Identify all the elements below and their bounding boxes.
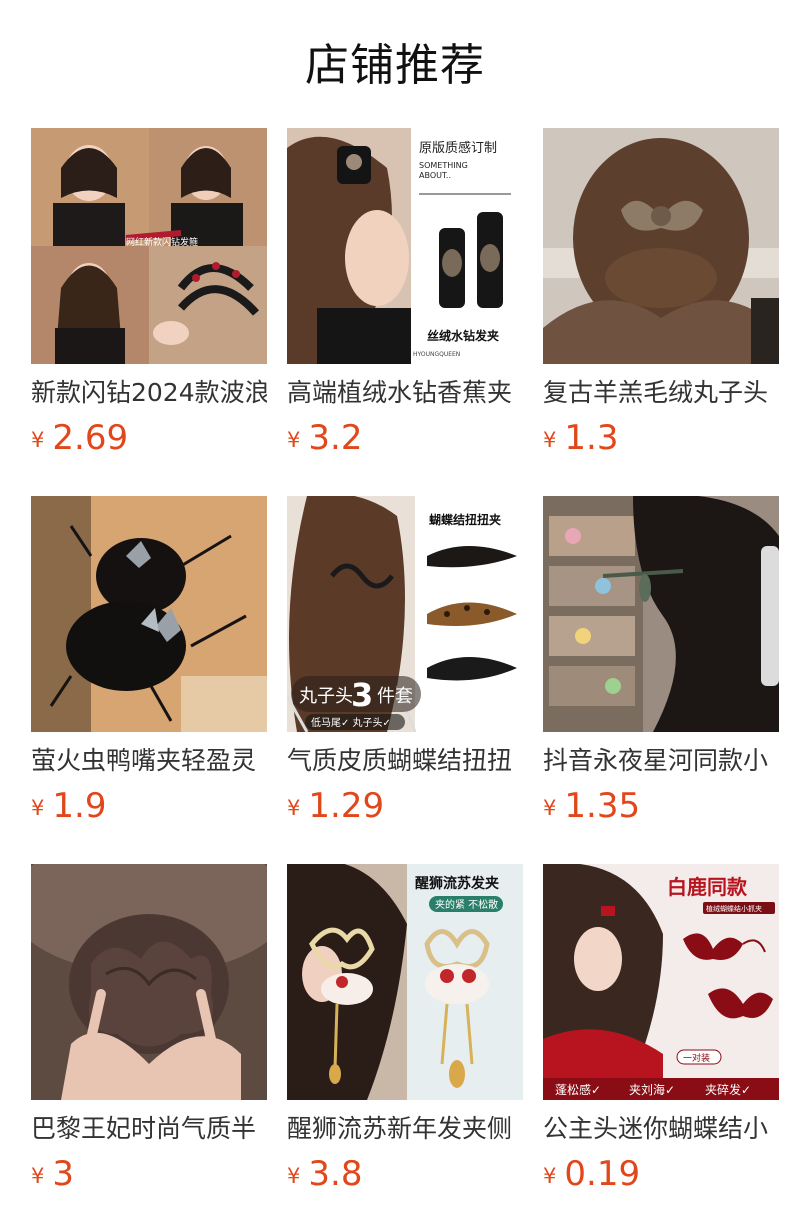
image-overlay-text: HYOUNGQUEEN [413,351,460,358]
product-price: 0.19 [564,1154,641,1194]
product-card[interactable]: 原版质感订制 SOMETHING ABOUT.. 丝绒水钻发夹 HYOUNGQU… [287,128,523,496]
product-image[interactable]: 网红新款闪钻发箍 [31,128,267,364]
image-overlay-text: 原版质感订制 [419,140,497,156]
product-name[interactable]: 抖音永夜星河同款小 [543,744,779,778]
currency-symbol: ¥ [31,796,45,820]
product-price: 1.35 [564,786,641,826]
product-price-row: ¥3 [31,1154,267,1194]
product-price: 3.2 [308,418,363,458]
currency-symbol: ¥ [543,1164,557,1188]
product-price: 1.29 [308,786,385,826]
product-image[interactable]: 醒狮流苏发夹 夹的紧 不松散 [287,864,523,1100]
image-overlay-text: 醒狮流苏发夹 [415,875,499,892]
currency-symbol: ¥ [543,428,557,452]
product-card[interactable]: 萤火虫鸭嘴夹轻盈灵 ¥1.9 [31,496,267,864]
image-overlay-text: 低马尾✓ 丸子头✓ [311,716,391,729]
product-card[interactable]: 蝴蝶结扭扭夹 丸子头 3 件套 低马尾✓ 丸子头✓ 气质皮质蝴蝶结扭扭 ¥1.2… [287,496,523,864]
product-image[interactable] [31,496,267,732]
product-image[interactable]: 原版质感订制 SOMETHING ABOUT.. 丝绒水钻发夹 HYOUNGQU… [287,128,523,364]
product-image[interactable]: 蝴蝶结扭扭夹 丸子头 3 件套 低马尾✓ 丸子头✓ [287,496,523,732]
product-price: 2.69 [52,418,129,458]
product-image[interactable]: 白鹿同款 植绒蝴蝶结小抓夹 一对装 蓬松感✓ 夹刘海✓ 夹碎发✓ [543,864,779,1100]
image-overlay-text: 白鹿同款 [667,875,748,899]
recommendation-page: 店铺推荐 网红新款闪钻发箍 新款闪钻2024款波浪 ¥ 2.69 原版质感订制 … [0,0,790,1232]
currency-symbol: ¥ [287,428,301,452]
product-image[interactable] [543,496,779,732]
product-image[interactable] [31,864,267,1100]
image-overlay-text: 3 [351,676,373,714]
product-price-row: ¥3.2 [287,418,523,458]
product-name[interactable]: 公主头迷你蝴蝶结小 [543,1112,779,1146]
product-card[interactable]: 抖音永夜星河同款小 ¥1.35 [543,496,779,864]
image-overlay-text: 蓬松感✓ [555,1082,601,1097]
currency-symbol: ¥ [31,428,45,452]
product-name[interactable]: 新款闪钻2024款波浪 [31,376,267,410]
product-price: 3.8 [308,1154,363,1194]
image-overlay-text: 网红新款闪钻发箍 [126,236,198,248]
currency-symbol: ¥ [287,796,301,820]
product-name[interactable]: 气质皮质蝴蝶结扭扭 [287,744,523,778]
image-overlay-text: 夹的紧 不松散 [435,898,498,911]
product-grid: 网红新款闪钻发箍 新款闪钻2024款波浪 ¥2.69 原版质感订制 SOMETH… [31,128,779,1232]
page-title: 店铺推荐 [305,40,485,91]
product-card[interactable]: 网红新款闪钻发箍 新款闪钻2024款波浪 ¥2.69 [31,128,267,496]
product-price: 1.3 [564,418,619,458]
image-overlay-text: 蝴蝶结扭扭夹 [429,512,501,527]
image-overlay-text: SOMETHING [419,161,468,170]
product-price-row: ¥1.29 [287,786,523,826]
image-overlay-text: 一对装 [683,1052,710,1064]
product-price-row: ¥0.19 [543,1154,779,1194]
product-price-row: ¥2.69 [31,418,267,458]
product-name[interactable]: 萤火虫鸭嘴夹轻盈灵 [31,744,267,778]
product-card[interactable]: 醒狮流苏发夹 夹的紧 不松散 醒狮流苏新年发夹侧 ¥3.8 [287,864,523,1232]
image-overlay-text: 夹碎发✓ [705,1082,751,1097]
product-name[interactable]: 高端植绒水钻香蕉夹 [287,376,523,410]
image-overlay-text: 丸子头 [299,686,353,707]
product-price-row: ¥1.3 [543,418,779,458]
product-name[interactable]: 复古羊羔毛绒丸子头 [543,376,779,410]
currency-symbol: ¥ [543,796,557,820]
currency-symbol: ¥ [287,1164,301,1188]
image-overlay-text: ABOUT.. [419,171,451,180]
product-card[interactable]: 巴黎王妃时尚气质半 ¥3 [31,864,267,1232]
product-card[interactable]: 白鹿同款 植绒蝴蝶结小抓夹 一对装 蓬松感✓ 夹刘海✓ 夹碎发✓ 公主头迷你蝴蝶… [543,864,779,1232]
product-price: 3 [52,1154,75,1194]
product-price-row: ¥1.9 [31,786,267,826]
product-price-row: ¥3.8 [287,1154,523,1194]
product-card[interactable]: 复古羊羔毛绒丸子头 ¥1.3 [543,128,779,496]
currency-symbol: ¥ [31,1164,45,1188]
product-price-row: ¥1.35 [543,786,779,826]
image-overlay-text: 植绒蝴蝶结小抓夹 [706,904,762,913]
image-overlay-text: 件套 [377,686,413,707]
product-name[interactable]: 巴黎王妃时尚气质半 [31,1112,267,1146]
image-overlay-text: 夹刘海✓ [629,1082,675,1097]
product-name[interactable]: 醒狮流苏新年发夹侧 [287,1112,523,1146]
product-price: 1.9 [52,786,107,826]
image-overlay-text: 丝绒水钻发夹 [427,328,499,343]
product-image[interactable] [543,128,779,364]
